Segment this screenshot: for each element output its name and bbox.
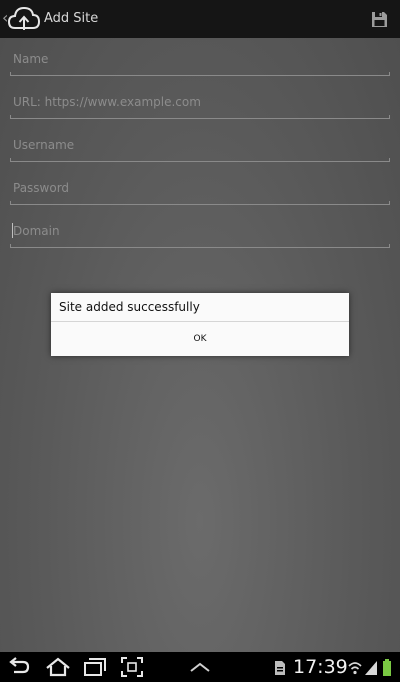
battery-icon	[383, 659, 391, 676]
password-field[interactable]: Password	[10, 175, 390, 205]
clock: 17:39	[293, 656, 348, 678]
app-screen: ‹ Add Site Name URL: https://www.example…	[0, 0, 400, 652]
cloud-upload-icon[interactable]	[7, 3, 41, 35]
dialog-message: Site added successfully	[59, 300, 200, 314]
signal-icon	[365, 661, 377, 675]
username-placeholder: Username	[13, 138, 75, 152]
username-field[interactable]: Username	[10, 132, 390, 162]
url-field[interactable]: URL: https://www.example.com	[10, 89, 390, 119]
home-icon[interactable]	[44, 656, 72, 678]
recent-apps-icon[interactable]	[82, 656, 108, 678]
url-placeholder: URL: https://www.example.com	[13, 95, 201, 109]
name-placeholder: Name	[13, 52, 49, 66]
ok-button[interactable]: OK	[51, 322, 349, 356]
screenshot-icon[interactable]	[120, 656, 144, 678]
field-underline	[10, 201, 390, 205]
field-underline	[10, 115, 390, 119]
field-underline	[10, 244, 390, 248]
floppy-disk-icon[interactable]	[366, 6, 392, 32]
notification-icon[interactable]	[273, 656, 287, 678]
action-bar: ‹ Add Site	[0, 0, 400, 38]
domain-field[interactable]: Domain	[10, 218, 390, 248]
name-field[interactable]: Name	[10, 46, 390, 76]
field-underline	[10, 158, 390, 162]
page-title: Add Site	[44, 11, 99, 26]
system-bar: 17:39	[0, 652, 400, 682]
field-underline	[10, 72, 390, 76]
success-dialog: Site added successfully OK	[51, 293, 349, 356]
password-placeholder: Password	[13, 181, 70, 195]
back-icon[interactable]	[6, 656, 32, 678]
menu-up-icon[interactable]	[188, 656, 212, 678]
wifi-icon	[348, 662, 362, 675]
domain-placeholder: Domain	[13, 224, 60, 238]
